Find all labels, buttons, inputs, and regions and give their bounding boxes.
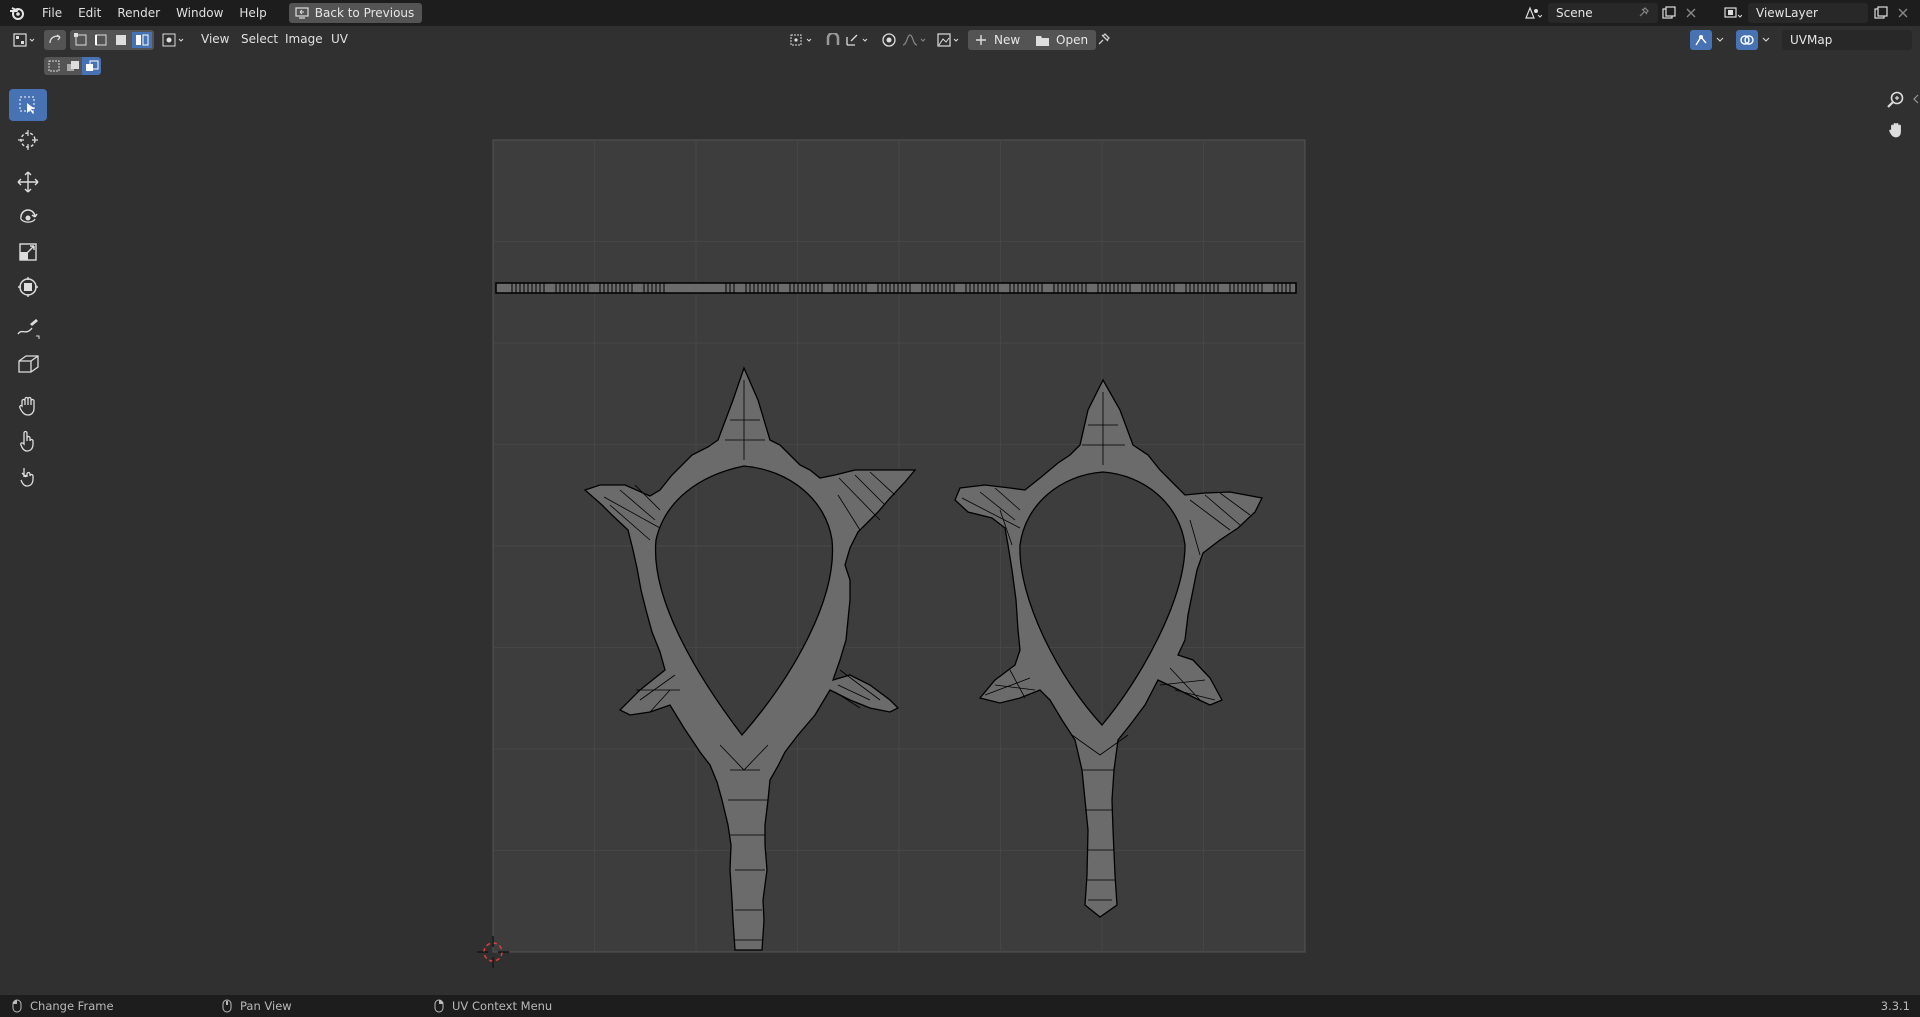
grab-icon bbox=[19, 396, 35, 416]
top-bar: File Edit Render Window Help Back to Pre… bbox=[0, 0, 1920, 26]
scene-icon[interactable] bbox=[1522, 3, 1544, 23]
grab-tool[interactable] bbox=[9, 390, 47, 422]
back-button-label: Back to Previous bbox=[314, 6, 415, 20]
pin-icon[interactable] bbox=[1632, 3, 1654, 23]
snap-target-icon[interactable] bbox=[844, 30, 874, 50]
select-box-icon bbox=[19, 96, 35, 114]
tool-shelf bbox=[6, 86, 50, 495]
menu-select[interactable]: Select bbox=[235, 26, 284, 52]
uv-viewport[interactable] bbox=[0, 52, 1920, 995]
edge-select-icon bbox=[95, 34, 107, 46]
move-tool[interactable] bbox=[9, 166, 47, 198]
menu-view[interactable]: View bbox=[195, 26, 235, 52]
mouse-middle-icon bbox=[222, 999, 232, 1013]
menu-render[interactable]: Render bbox=[109, 0, 168, 26]
menu-edit[interactable]: Edit bbox=[70, 0, 109, 26]
uv-map-field[interactable]: UVMap bbox=[1782, 30, 1912, 50]
view-layer-selector[interactable]: ViewLayer bbox=[1722, 3, 1914, 23]
status-change-frame: Change Frame bbox=[12, 995, 114, 1017]
vertex-select-icon bbox=[74, 33, 87, 46]
uv-sync-selection-icon[interactable] bbox=[44, 30, 66, 50]
transform-icon bbox=[18, 277, 38, 297]
uv-canvas[interactable] bbox=[0, 52, 1920, 995]
menu-window[interactable]: Window bbox=[168, 0, 231, 26]
proportional-edit-icon[interactable] bbox=[878, 30, 900, 50]
view-layer-name-field[interactable]: ViewLayer bbox=[1748, 3, 1868, 23]
delete-view-layer-icon[interactable] bbox=[1892, 3, 1914, 23]
new-image-button[interactable]: New bbox=[968, 30, 1029, 50]
menu-help[interactable]: Help bbox=[231, 0, 274, 26]
status-bar: Change Frame Pan View UV Context Menu 3.… bbox=[0, 995, 1920, 1017]
view-layer-icon[interactable] bbox=[1722, 3, 1744, 23]
new-scene-icon[interactable] bbox=[1658, 3, 1680, 23]
rip-region-icon bbox=[18, 355, 39, 373]
new-label: New bbox=[994, 33, 1021, 47]
folder-icon bbox=[1036, 35, 1049, 46]
delete-scene-icon[interactable] bbox=[1680, 3, 1702, 23]
version-label: 3.3.1 bbox=[1880, 999, 1910, 1013]
falloff-icon[interactable] bbox=[900, 30, 930, 50]
pinch-icon bbox=[20, 468, 34, 487]
pan-view-icon[interactable] bbox=[1884, 118, 1908, 142]
select-box-tool[interactable] bbox=[9, 89, 47, 121]
image-browse-icon[interactable] bbox=[936, 30, 966, 50]
editor-type-icon[interactable] bbox=[10, 30, 40, 50]
pin-image-icon[interactable] bbox=[1092, 30, 1114, 50]
annotate-icon bbox=[17, 319, 40, 339]
select-mode-group[interactable] bbox=[70, 30, 154, 50]
face-select-icon bbox=[116, 35, 126, 45]
status-pan-view-label: Pan View bbox=[240, 999, 292, 1013]
scene-selector[interactable]: Scene bbox=[1522, 3, 1702, 23]
back-to-previous-button[interactable]: Back to Previous bbox=[288, 3, 423, 23]
pivot-point-icon[interactable] bbox=[788, 30, 816, 50]
status-change-frame-label: Change Frame bbox=[30, 999, 114, 1013]
relax-tool[interactable] bbox=[9, 425, 47, 457]
overlays-toggle-icon[interactable] bbox=[1736, 30, 1758, 50]
rotate-tool[interactable] bbox=[9, 201, 47, 233]
status-pan-view: Pan View bbox=[222, 995, 292, 1017]
move-icon bbox=[17, 171, 39, 193]
sidebar-toggle-icon[interactable] bbox=[1912, 92, 1920, 106]
status-uv-context-menu-label: UV Context Menu bbox=[452, 999, 553, 1013]
blender-logo-icon[interactable] bbox=[0, 0, 34, 26]
mouse-left-icon bbox=[12, 999, 22, 1013]
cursor-icon bbox=[18, 130, 38, 150]
annotate-tool[interactable] bbox=[9, 313, 47, 345]
plus-icon bbox=[976, 35, 986, 45]
new-view-layer-icon[interactable] bbox=[1870, 3, 1892, 23]
sticky-selection-icon[interactable] bbox=[160, 30, 188, 50]
snap-toggle-icon[interactable] bbox=[822, 30, 844, 50]
gizmo-dropdown-icon[interactable] bbox=[1712, 30, 1728, 50]
transform-tool[interactable] bbox=[9, 271, 47, 303]
rip-region-tool[interactable] bbox=[9, 348, 47, 380]
open-label: Open bbox=[1056, 33, 1089, 47]
zoom-view-icon[interactable] bbox=[1884, 88, 1908, 112]
uv-strip-island bbox=[495, 282, 1297, 294]
menu-uv[interactable]: UV bbox=[325, 26, 354, 52]
menu-file[interactable]: File bbox=[34, 0, 70, 26]
cursor-tool[interactable] bbox=[9, 124, 47, 156]
menu-image[interactable]: Image bbox=[279, 26, 329, 52]
open-image-button[interactable]: Open bbox=[1028, 30, 1097, 50]
screen-icon bbox=[295, 7, 309, 19]
status-uv-context-menu: UV Context Menu bbox=[434, 995, 552, 1017]
overlays-dropdown-icon[interactable] bbox=[1758, 30, 1774, 50]
pinch-tool[interactable] bbox=[9, 460, 47, 492]
rotate-icon bbox=[20, 209, 38, 223]
relax-icon bbox=[20, 430, 34, 452]
mouse-right-icon bbox=[434, 999, 444, 1013]
uv-editor-header: View Select Image UV New Open UVMap bbox=[0, 26, 1920, 52]
scale-icon bbox=[19, 243, 37, 261]
gizmo-toggle-icon[interactable] bbox=[1690, 30, 1712, 50]
scale-tool[interactable] bbox=[9, 236, 47, 268]
